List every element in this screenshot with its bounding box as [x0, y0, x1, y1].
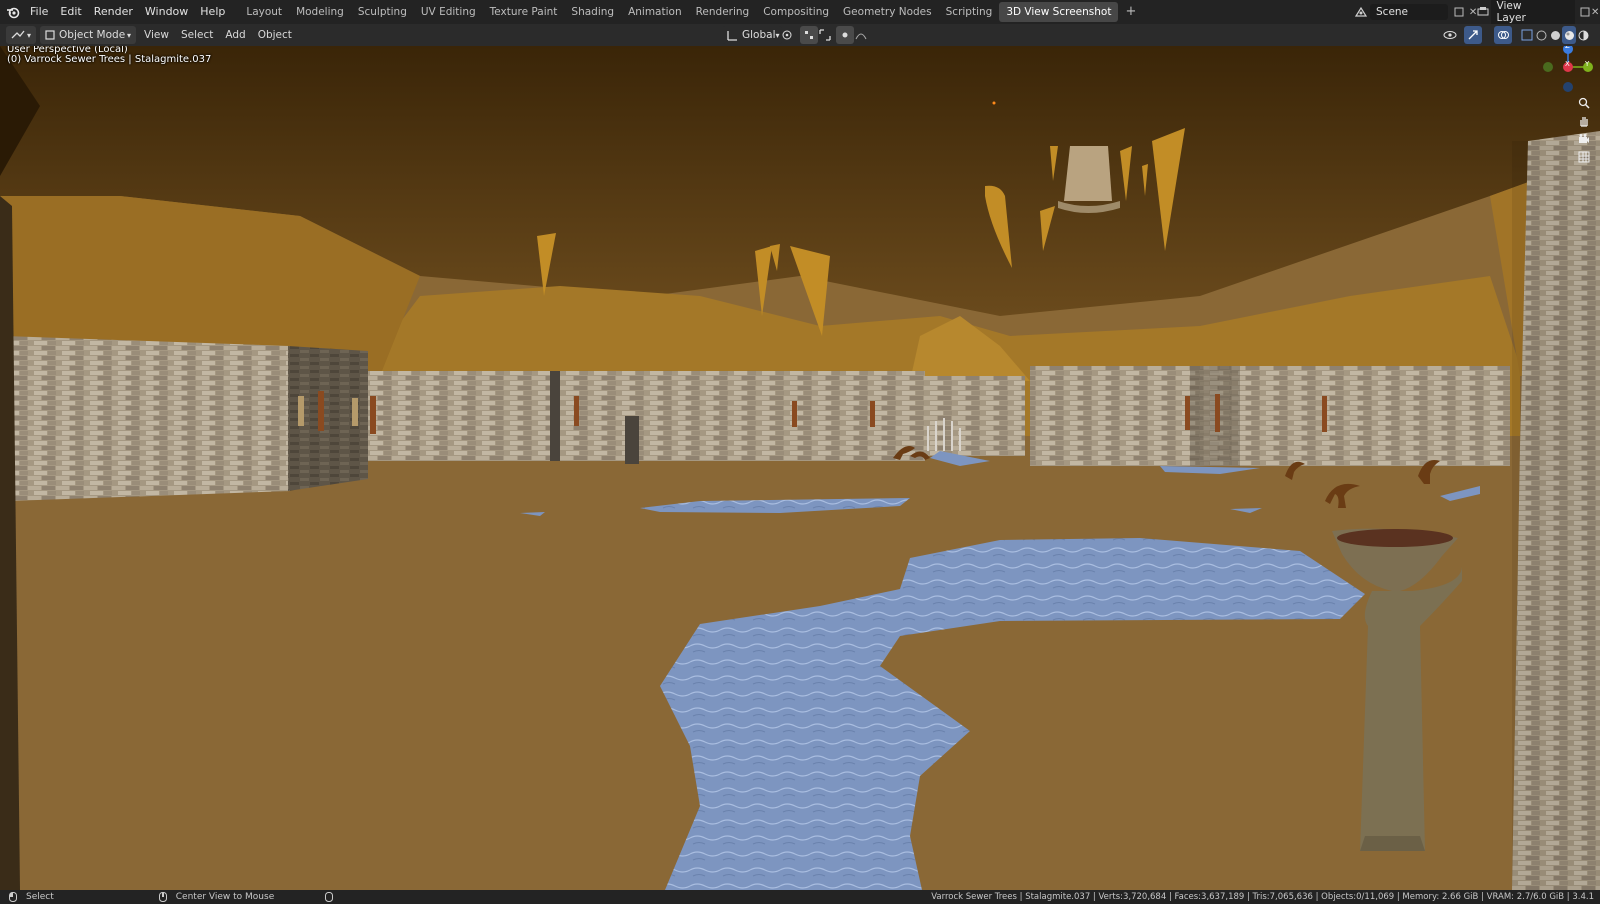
mouse-middle-icon	[156, 892, 170, 902]
pivot-icon[interactable]	[778, 26, 796, 44]
copy-icon[interactable]	[1452, 7, 1466, 17]
visibility-icon[interactable]	[1440, 26, 1460, 44]
status-bar: Select Center View to Mouse Varrock Sewe…	[0, 890, 1600, 904]
mode-selector[interactable]: Object Mode ▾	[40, 26, 137, 44]
menu-select[interactable]: Select	[175, 29, 219, 41]
tab-scripting[interactable]: Scripting	[939, 2, 1000, 22]
shading-material-icon[interactable]	[1562, 26, 1576, 44]
3d-viewport[interactable]: User Perspective (Local) (0) Varrock Sew…	[0, 46, 1600, 890]
menu-render[interactable]: Render	[88, 0, 139, 24]
chevron-down-icon: ▾	[27, 30, 32, 40]
tab-layout[interactable]: Layout	[239, 2, 289, 22]
menu-window[interactable]: Window	[139, 0, 194, 24]
gizmo-z-label: Z	[1565, 46, 1570, 50]
blender-logo-icon[interactable]	[2, 0, 24, 24]
shading-wireframe-icon[interactable]	[1534, 26, 1548, 44]
menu-file[interactable]: File	[24, 0, 54, 24]
shading-rendered-icon[interactable]	[1576, 26, 1590, 44]
view-layer-name[interactable]: View Layer	[1490, 0, 1575, 26]
orientation-label: Global	[742, 29, 776, 41]
chevron-down-icon: ▾	[127, 30, 132, 40]
camera-icon[interactable]	[1575, 130, 1593, 148]
scene-render[interactable]	[0, 46, 1600, 890]
status-left-action: Select	[26, 892, 54, 902]
copy-icon[interactable]	[1579, 7, 1590, 17]
scene-statistics: Varrock Sewer Trees | Stalagmite.037 | V…	[931, 892, 1594, 902]
tab-compositing[interactable]: Compositing	[756, 2, 836, 22]
tab-geometry-nodes[interactable]: Geometry Nodes	[836, 2, 939, 22]
top-menu-bar: File Edit Render Window Help Layout Mode…	[0, 0, 1600, 26]
tab-animation[interactable]: Animation	[621, 2, 689, 22]
view-layer-icon	[1476, 6, 1491, 18]
snap-target-icon[interactable]	[816, 26, 834, 44]
transform-orientation-icon	[727, 30, 738, 41]
menu-add[interactable]: Add	[219, 29, 251, 41]
close-icon[interactable]: ✕	[1590, 7, 1600, 18]
object-mode-icon	[45, 30, 55, 40]
editor-type-button[interactable]: ▾	[6, 26, 37, 44]
active-object-label: (0) Varrock Sewer Trees | Stalagmite.037	[7, 54, 212, 65]
mode-label: Object Mode	[59, 29, 126, 41]
menu-edit[interactable]: Edit	[54, 0, 87, 24]
gizmo-icon[interactable]	[1464, 26, 1482, 44]
menu-help[interactable]: Help	[194, 0, 231, 24]
zoom-icon[interactable]	[1575, 94, 1593, 112]
tab-3d-view-screenshot[interactable]: 3D View Screenshot	[999, 2, 1119, 22]
view-layer-selector[interactable]: View Layer ✕	[1476, 0, 1600, 26]
viewport-header: ▾ Object Mode ▾ View Select Add Object G…	[0, 24, 1600, 46]
workspace-tabs: Layout Modeling Sculpting UV Editing Tex…	[239, 2, 1143, 22]
scene-name[interactable]: Scene	[1370, 4, 1449, 20]
transform-orientation-selector[interactable]: Global ▾	[722, 26, 782, 44]
tab-shading[interactable]: Shading	[564, 2, 621, 22]
add-workspace-button[interactable]: +	[1118, 2, 1143, 22]
shading-solid-icon[interactable]	[1548, 26, 1562, 44]
editor-type-icon	[11, 29, 25, 41]
pan-hand-icon[interactable]	[1575, 112, 1593, 130]
tab-sculpting[interactable]: Sculpting	[351, 2, 414, 22]
tab-rendering[interactable]: Rendering	[689, 2, 757, 22]
scene-icon	[1352, 6, 1370, 18]
gizmo-y-label: Y	[1585, 60, 1590, 68]
tab-texture-paint[interactable]: Texture Paint	[483, 2, 565, 22]
scene-selector[interactable]: Scene ✕	[1352, 3, 1480, 21]
menu-view[interactable]: View	[138, 29, 175, 41]
grid-icon[interactable]	[1575, 148, 1593, 166]
tab-modeling[interactable]: Modeling	[289, 2, 351, 22]
overlay-icon[interactable]	[1494, 26, 1512, 44]
navigation-gizmo[interactable]: Z Y X	[1534, 46, 1598, 96]
status-middle-action: Center View to Mouse	[175, 892, 275, 902]
proportional-falloff-icon[interactable]	[852, 26, 870, 44]
menu-object[interactable]: Object	[252, 29, 298, 41]
tab-uv-editing[interactable]: UV Editing	[414, 2, 483, 22]
mouse-left-icon	[6, 892, 20, 902]
mouse-right-icon	[322, 892, 336, 902]
gizmo-x-label: X	[1565, 60, 1570, 68]
